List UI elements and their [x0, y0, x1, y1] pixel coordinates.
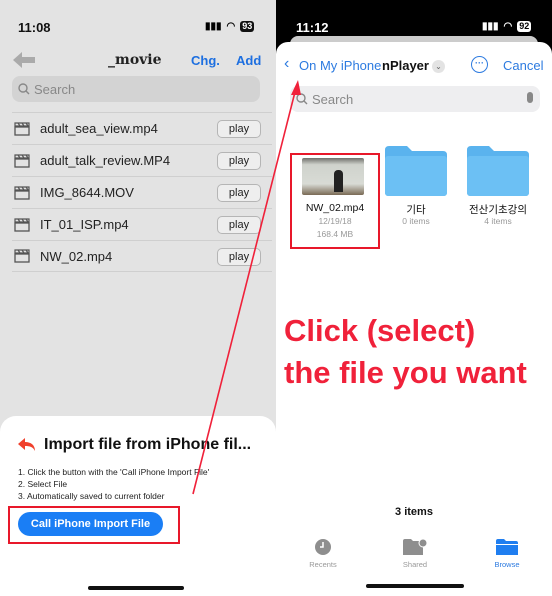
- signal-icon: ▮▮▮: [482, 21, 499, 32]
- step-3: 3. Automatically saved to current folder: [18, 491, 165, 501]
- instruction-line-1: Click (select): [284, 313, 476, 348]
- list-item[interactable]: adult_sea_view.mp4 play: [12, 112, 272, 144]
- steps-list: 1. Click the button with the 'Call iPhon…: [18, 466, 209, 502]
- file-name: NW_02.mp4: [40, 248, 113, 264]
- play-button[interactable]: play: [217, 184, 261, 202]
- folder-title[interactable]: nPlayer: [382, 58, 429, 73]
- search-placeholder: Search: [312, 92, 354, 107]
- file-name: IT_01_ISP.mp4: [40, 217, 129, 232]
- more-icon[interactable]: ···: [471, 56, 488, 73]
- movie-clapper-icon: [14, 249, 30, 263]
- tab-browse[interactable]: Browse: [477, 538, 537, 569]
- file-name: adult_talk_review.MP4: [40, 153, 171, 168]
- home-indicator: [88, 586, 184, 590]
- chevron-down-icon[interactable]: ⌄: [432, 60, 445, 73]
- folder-count: 0 items: [402, 216, 430, 226]
- folder-icon[interactable]: [467, 146, 529, 196]
- step-1: 1. Click the button with the 'Call iPhon…: [18, 467, 210, 477]
- search-placeholder: Search: [34, 82, 76, 97]
- home-indicator: [366, 584, 464, 588]
- files-picker-screen: 11:12 ▮▮▮ ◠ 92 ‹ On My iPhone nPlayer ⌄ …: [276, 0, 552, 596]
- file-name[interactable]: NW_02.mp4: [290, 202, 380, 214]
- shared-folder-icon: [403, 538, 427, 555]
- page-title: _movie: [108, 52, 162, 68]
- movie-clapper-icon: [14, 121, 30, 136]
- clock-icon: [315, 539, 331, 555]
- play-button[interactable]: play: [217, 120, 261, 138]
- search-icon: [18, 83, 30, 95]
- movie-clapper-icon: [14, 217, 30, 232]
- cancel-button[interactable]: Cancel: [503, 58, 543, 73]
- nplayer-app-screen: 11:08 ▮▮▮ ◠ 93 _movie Chg. Add Search ad…: [0, 0, 276, 596]
- battery-icon: 92: [517, 21, 532, 32]
- instruction-annotation: Click (select) the file you want: [284, 310, 527, 394]
- status-time: 11:12: [296, 20, 329, 35]
- file-name: adult_sea_view.mp4: [40, 121, 158, 136]
- signal-icon: ▮▮▮: [205, 21, 222, 32]
- item-count: 3 items: [395, 506, 433, 518]
- nav-bar: _movie Chg. Add: [0, 52, 276, 72]
- step-2: 2. Select File: [18, 479, 68, 489]
- wifi-icon: ◠: [503, 21, 513, 32]
- search-icon: [296, 93, 308, 105]
- folder-count: 4 items: [484, 216, 512, 226]
- status-time: 11:08: [18, 20, 51, 35]
- movie-clapper-icon: [14, 185, 30, 200]
- back-arrow-icon[interactable]: [13, 52, 35, 68]
- change-button[interactable]: Chg.: [191, 53, 220, 68]
- sheet-title: Import file from iPhone fil...: [44, 436, 252, 453]
- status-icons: ▮▮▮ ◠ 93: [205, 21, 255, 32]
- list-item[interactable]: IT_01_ISP.mp4 play: [12, 208, 272, 240]
- status-icons: ▮▮▮ ◠ 92: [482, 21, 532, 32]
- search-input[interactable]: Search: [290, 86, 540, 112]
- search-input[interactable]: Search: [12, 76, 260, 102]
- wifi-icon: ◠: [226, 21, 236, 32]
- file-list: adult_sea_view.mp4 play adult_talk_review…: [12, 112, 272, 272]
- play-button[interactable]: play: [217, 216, 261, 234]
- movie-clapper-icon: [14, 153, 30, 168]
- file-date: 12/19/18: [318, 216, 352, 226]
- tab-shared[interactable]: Shared: [385, 538, 445, 569]
- file-size: 168.4 MB: [316, 229, 354, 239]
- battery-icon: 93: [240, 21, 255, 32]
- list-item[interactable]: adult_talk_review.MP4 play: [12, 144, 272, 176]
- video-thumbnail[interactable]: [302, 158, 364, 195]
- list-item[interactable]: IMG_8644.MOV play: [12, 176, 272, 208]
- back-on-my-iphone[interactable]: On My iPhone: [299, 58, 381, 73]
- tab-recents[interactable]: Recents: [293, 538, 353, 569]
- play-button[interactable]: play: [217, 248, 261, 266]
- instruction-line-2: the file you want: [284, 355, 527, 390]
- file-name: IMG_8644.MOV: [40, 185, 134, 200]
- back-chevron-icon[interactable]: ‹: [284, 55, 289, 73]
- play-button[interactable]: play: [217, 152, 261, 170]
- call-iphone-import-button[interactable]: Call iPhone Import File: [18, 512, 163, 536]
- add-button[interactable]: Add: [236, 53, 261, 68]
- microphone-icon[interactable]: [527, 92, 533, 103]
- reply-arrow-icon: [18, 438, 35, 451]
- list-item[interactable]: NW_02.mp4 play: [12, 240, 272, 272]
- browse-folder-icon: [496, 539, 518, 555]
- folder-icon[interactable]: [385, 146, 447, 196]
